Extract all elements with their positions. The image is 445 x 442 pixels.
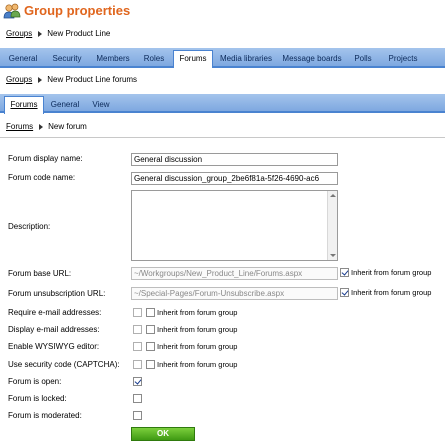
label-display-name: Forum display name: <box>8 154 83 163</box>
display-email-checkbox[interactable] <box>133 325 142 334</box>
subtab-general[interactable]: General <box>47 98 83 113</box>
label-code-name: Forum code name: <box>8 173 76 182</box>
scroll-down-icon[interactable] <box>330 254 336 257</box>
unsub-url-inherit-label: Inherit from forum group <box>351 288 432 297</box>
breadcrumb-arrow-icon <box>38 30 43 37</box>
require-email-inherit-checkbox[interactable] <box>146 308 155 317</box>
title-bar: Group properties <box>0 0 445 24</box>
label-is-open: Forum is open: <box>8 377 62 386</box>
display-email-inherit-label: Inherit from forum group <box>157 325 238 334</box>
display-name-input[interactable]: General discussion <box>131 153 338 166</box>
breadcrumb-arrow-icon <box>38 76 43 83</box>
breadcrumb-current-2: New Product Line forums <box>47 75 138 84</box>
tab-forums[interactable]: Forums <box>173 50 213 68</box>
label-captcha: Use security code (CAPTCHA): <box>8 360 120 369</box>
wysiwyg-checkbox[interactable] <box>133 342 142 351</box>
breadcrumb-forums-link[interactable]: Forums <box>6 122 33 131</box>
breadcrumb-current-3: New forum <box>48 122 87 131</box>
is-moderated-checkbox[interactable] <box>133 411 142 420</box>
tab-projects[interactable]: Projects <box>381 52 425 67</box>
captcha-inherit-checkbox[interactable] <box>146 360 155 369</box>
subtab-view[interactable]: View <box>86 98 116 113</box>
require-email-checkbox[interactable] <box>133 308 142 317</box>
sub-tab-bar: Forums General View <box>0 94 445 114</box>
ok-button[interactable]: OK <box>131 427 195 441</box>
label-is-locked: Forum is locked: <box>8 394 67 403</box>
label-require-email: Require e-mail addresses: <box>8 308 102 317</box>
require-email-inherit-label: Inherit from forum group <box>157 308 238 317</box>
is-locked-checkbox[interactable] <box>133 394 142 403</box>
description-textarea[interactable] <box>131 190 338 261</box>
tab-security[interactable]: Security <box>46 52 88 67</box>
breadcrumb-forums: Groups New Product Line forums <box>0 71 445 89</box>
captcha-inherit-label: Inherit from forum group <box>157 360 238 369</box>
unsub-url-inherit-checkbox[interactable] <box>340 288 349 297</box>
divider <box>0 137 445 138</box>
breadcrumb-new-forum: Forums New forum <box>0 118 445 136</box>
base-url-inherit-checkbox[interactable] <box>340 268 349 277</box>
breadcrumb-groups-link-2[interactable]: Groups <box>6 75 32 84</box>
tab-message-boards[interactable]: Message boards <box>279 52 345 67</box>
base-url-inherit-label: Inherit from forum group <box>351 268 432 277</box>
label-display-email: Display e-mail addresses: <box>8 325 100 334</box>
group-users-icon <box>3 3 21 19</box>
page-title: Group properties <box>24 3 131 18</box>
main-tab-bar: General Security Members Roles Forums Me… <box>0 48 445 68</box>
unsub-url-input[interactable]: ~/Special-Pages/Forum-Unsubscribe.aspx <box>131 287 338 300</box>
is-open-checkbox[interactable] <box>133 377 142 386</box>
label-is-moderated: Forum is moderated: <box>8 411 82 420</box>
tab-members[interactable]: Members <box>91 52 135 67</box>
wysiwyg-inherit-checkbox[interactable] <box>146 342 155 351</box>
base-url-input[interactable]: ~/Workgroups/New_Product_Line/Forums.asp… <box>131 267 338 280</box>
scroll-up-icon[interactable] <box>330 194 336 197</box>
breadcrumb-groups-link[interactable]: Groups <box>6 29 32 38</box>
label-description: Description: <box>8 222 51 231</box>
breadcrumb: Groups New Product Line <box>0 25 445 43</box>
display-email-inherit-checkbox[interactable] <box>146 325 155 334</box>
tab-media-libraries[interactable]: Media libraries <box>216 52 276 67</box>
breadcrumb-arrow-icon <box>39 123 44 130</box>
code-name-input[interactable]: General discussion_group_2be6f81a-5f26-4… <box>131 172 338 185</box>
tab-general[interactable]: General <box>3 52 43 67</box>
subtab-forums-label: Forums <box>10 100 38 109</box>
label-base-url: Forum base URL: <box>8 269 72 278</box>
captcha-checkbox[interactable] <box>133 360 142 369</box>
wysiwyg-inherit-label: Inherit from forum group <box>157 342 238 351</box>
tab-polls[interactable]: Polls <box>348 52 378 67</box>
textarea-scrollbar[interactable] <box>327 191 337 260</box>
tab-roles[interactable]: Roles <box>138 52 170 67</box>
subtab-forums[interactable]: Forums <box>4 96 44 114</box>
breadcrumb-current: New Product Line <box>47 29 111 38</box>
label-wysiwyg: Enable WYSIWYG editor: <box>8 342 100 351</box>
label-unsub-url: Forum unsubscription URL: <box>8 289 106 298</box>
